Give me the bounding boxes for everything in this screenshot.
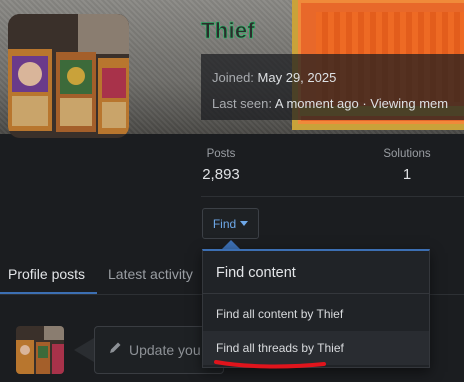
find-button[interactable]: Find	[202, 208, 259, 239]
composer-arrow	[74, 338, 94, 362]
find-button-label: Find	[212, 216, 237, 231]
stat-solutions[interactable]: Solutions 1	[376, 148, 438, 183]
dropdown-pointer	[222, 240, 240, 249]
composer-avatar[interactable]	[16, 326, 64, 374]
last-seen-info: Last seen: A moment ago · Viewing mem	[212, 96, 448, 111]
solutions-count[interactable]: 1	[376, 166, 438, 183]
red-underline-annotation	[214, 360, 326, 369]
find-menu-header: Find content	[216, 265, 296, 281]
stats-divider	[201, 196, 464, 197]
stat-posts[interactable]: Posts 2,893	[196, 148, 246, 183]
composer-avatar-image	[16, 326, 64, 374]
find-menu: Find content Find all content by Thief F…	[202, 249, 430, 368]
joined-date: May 29, 2025	[257, 70, 337, 85]
tab-profile-posts[interactable]: Profile posts	[8, 266, 85, 282]
profile-info-box: Joined: May 29, 2025 Last seen: A moment…	[201, 54, 464, 120]
joined-label: Joined:	[212, 70, 254, 85]
avatar-image	[8, 14, 129, 138]
joined-info: Joined: May 29, 2025	[212, 70, 336, 85]
caret-down-icon	[240, 221, 249, 226]
posts-count[interactable]: 2,893	[196, 166, 246, 183]
tab-latest-activity[interactable]: Latest activity	[108, 266, 193, 282]
profile-avatar[interactable]	[8, 14, 129, 138]
last-seen-label: Last seen:	[212, 96, 272, 111]
pencil-icon	[110, 342, 121, 353]
find-all-content-link[interactable]: Find all content by Thief	[203, 297, 429, 331]
composer-placeholder: Update you	[129, 342, 201, 358]
find-menu-separator	[203, 293, 429, 294]
posts-label: Posts	[206, 148, 236, 160]
profile-username[interactable]: Thief	[201, 18, 255, 44]
last-seen-value: A moment ago · Viewing mem	[274, 96, 449, 111]
solutions-label: Solutions	[383, 148, 431, 160]
